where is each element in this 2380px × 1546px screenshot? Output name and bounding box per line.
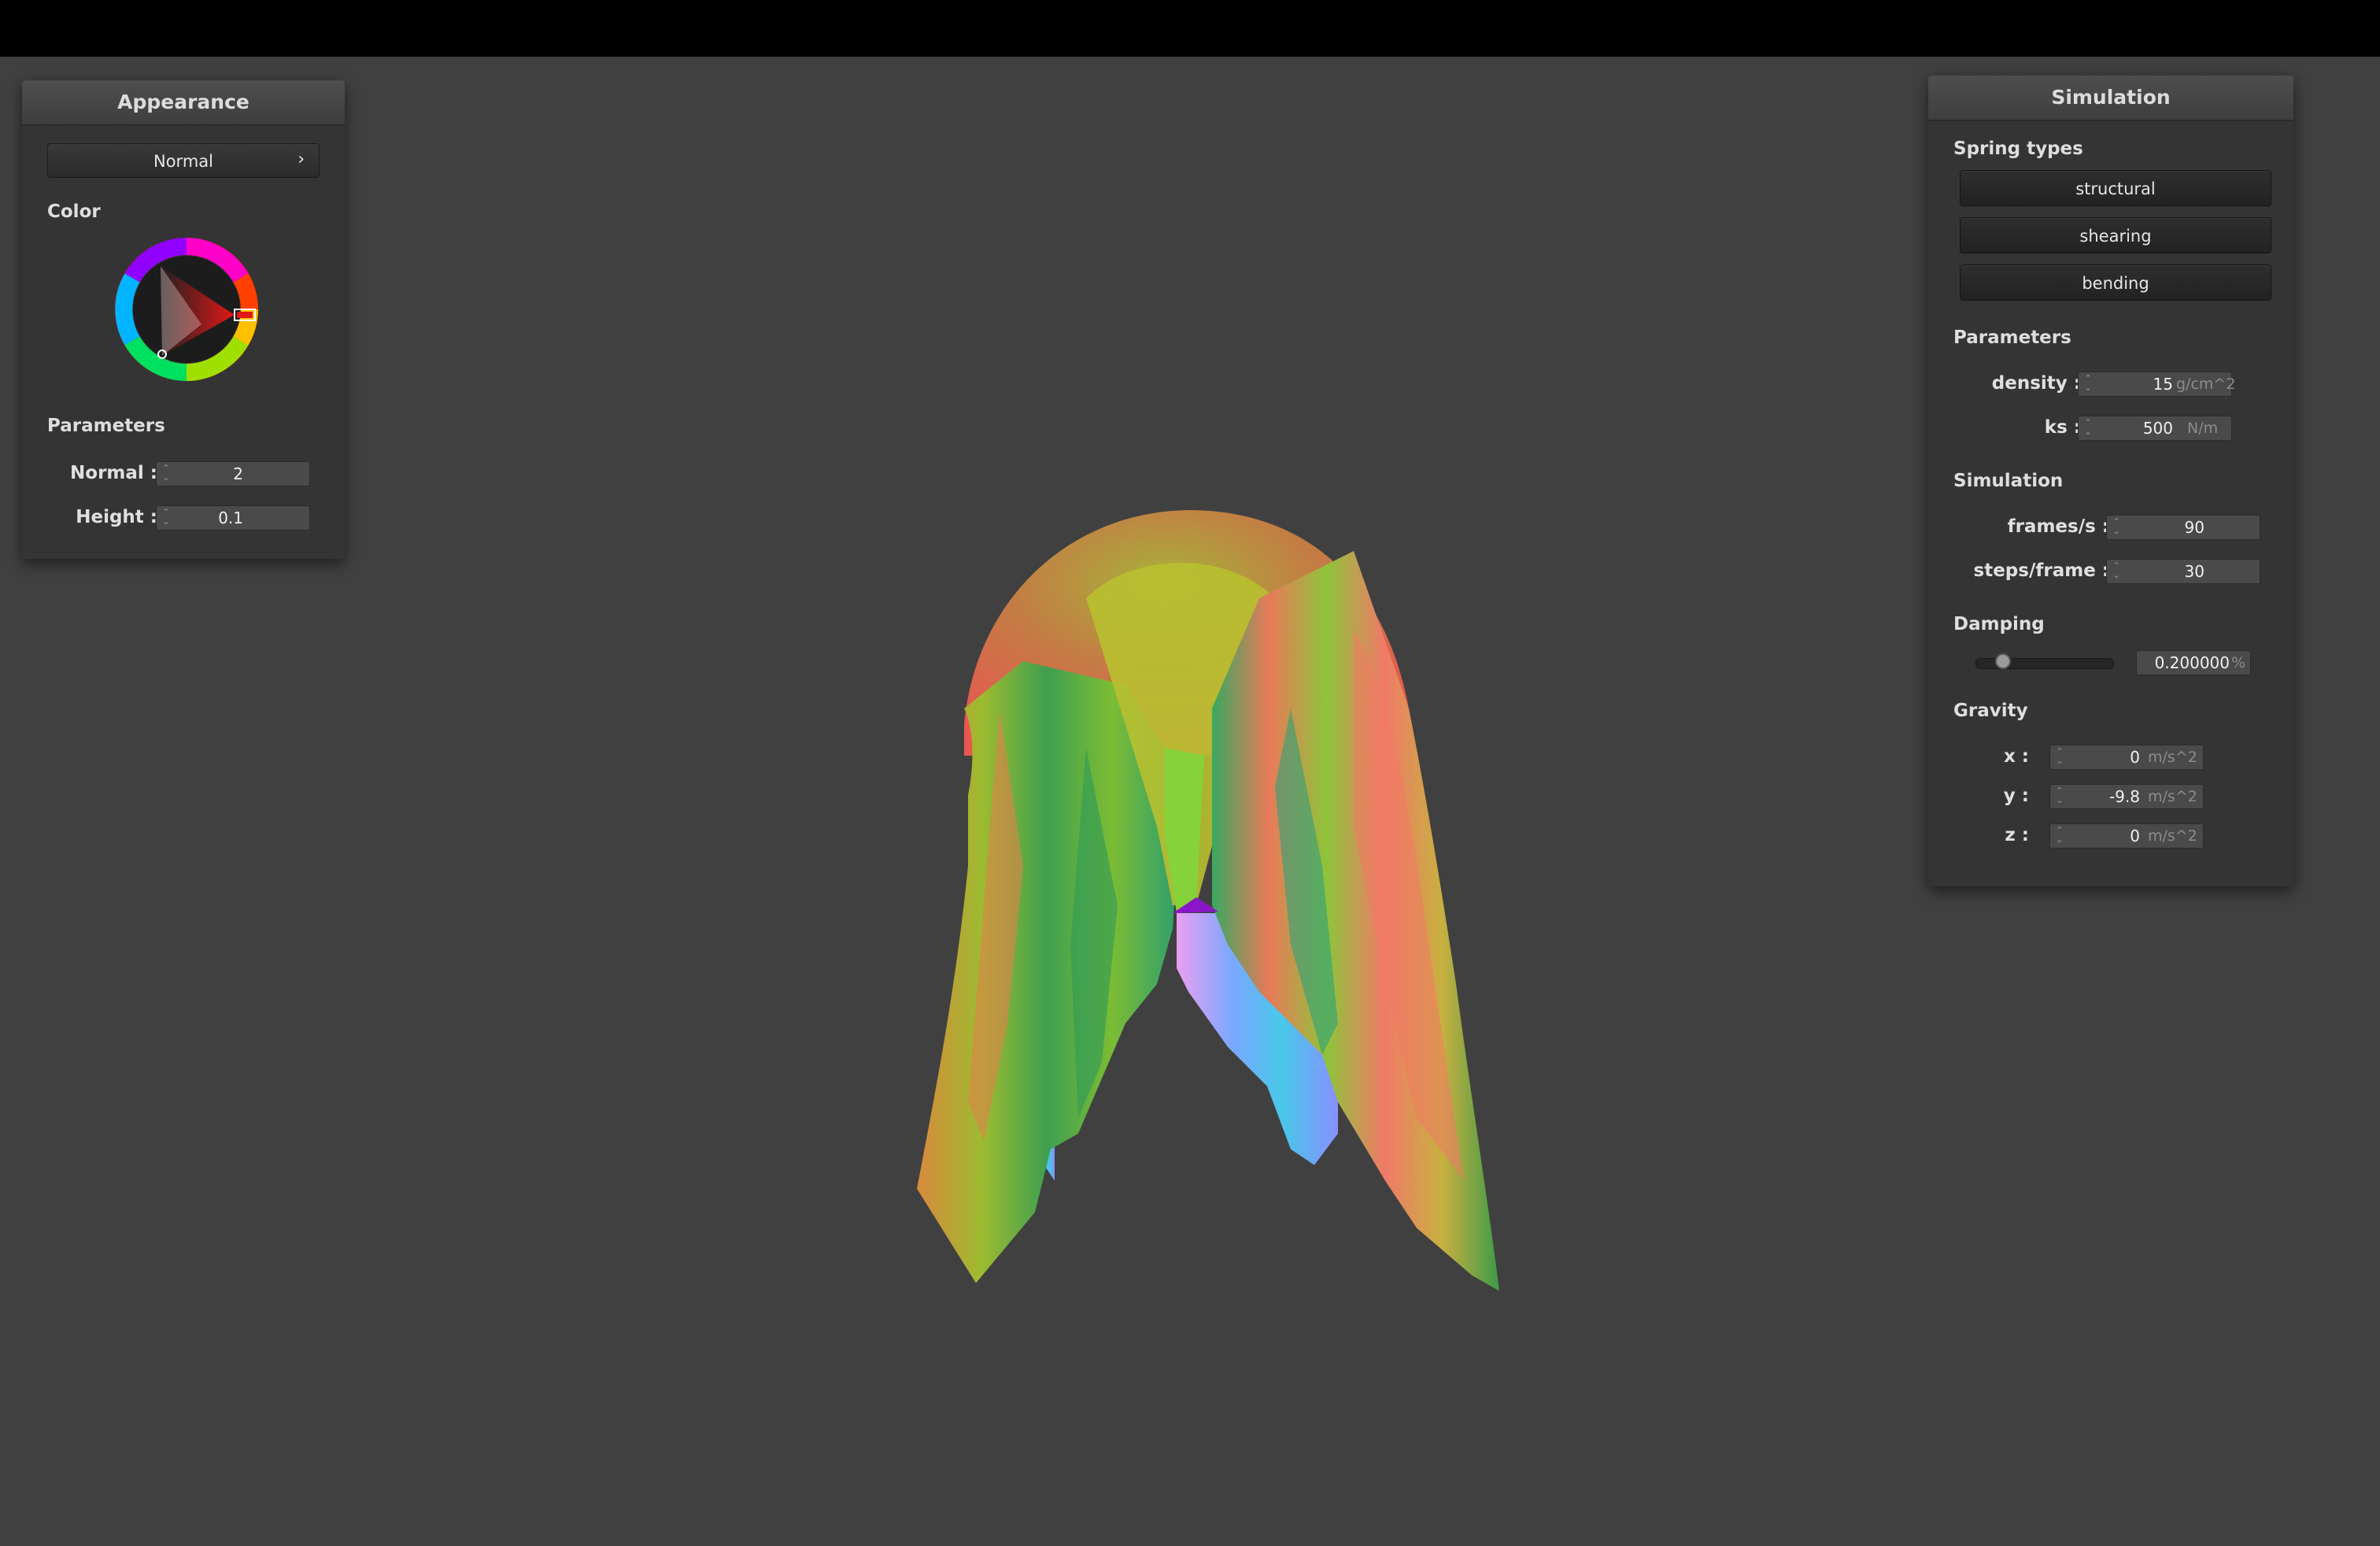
gravity-z-label: z : [2005, 825, 2029, 845]
spring-types-label: Spring types [1953, 139, 2083, 159]
height-input[interactable]: ⌃ ⌄ 0.1 [156, 505, 310, 531]
ks-label: ks : [2044, 417, 2081, 438]
chevron-right-icon: › [298, 150, 305, 169]
fps-input[interactable]: ⌃ ⌄ 90 [2106, 515, 2260, 540]
spinner-icon[interactable]: ⌃ ⌄ [2055, 786, 2064, 807]
spinner-icon[interactable]: ⌃ ⌄ [161, 464, 171, 484]
normal-input[interactable]: ⌃ ⌄ 2 [156, 461, 310, 486]
appearance-parameters-label: Parameters [47, 416, 165, 436]
gravity-x-label: x : [2003, 746, 2029, 767]
fps-label: frames/s : [2007, 516, 2109, 537]
spinner-icon[interactable]: ⌃ ⌄ [2112, 561, 2121, 582]
ks-input[interactable]: ⌃ ⌄ 500 N/m [2078, 416, 2232, 441]
shader-select-label: Normal [153, 152, 213, 171]
window-top-bar [0, 0, 2380, 57]
color-section-label: Color [47, 202, 101, 222]
steps-label: steps/frame : [1973, 560, 2109, 581]
appearance-panel: Appearance Normal › Color Parameters Nor… [22, 80, 345, 559]
simulation-panel: Simulation Spring types structural shear… [1928, 76, 2293, 886]
sim-parameters-label: Parameters [1953, 327, 2071, 348]
shader-select-button[interactable]: Normal › [47, 143, 320, 178]
spinner-icon[interactable]: ⌃ ⌄ [2055, 747, 2064, 767]
normal-label: Normal : [70, 463, 157, 483]
gravity-y-label: y : [2003, 786, 2029, 806]
spinner-icon[interactable]: ⌃ ⌄ [2055, 826, 2064, 846]
color-wheel[interactable] [115, 238, 258, 381]
spinner-icon[interactable]: ⌃ ⌄ [161, 508, 171, 528]
spring-bending-toggle[interactable]: bending [1960, 264, 2271, 301]
gravity-y-input[interactable]: ⌃ ⌄ -9.8 m/s^2 [2049, 784, 2204, 809]
spinner-icon[interactable]: ⌃ ⌄ [2083, 418, 2093, 438]
simulation-title: Simulation [1928, 76, 2293, 121]
spinner-icon[interactable]: ⌃ ⌄ [2083, 374, 2093, 394]
steps-input[interactable]: ⌃ ⌄ 30 [2106, 559, 2260, 584]
spring-structural-toggle[interactable]: structural [1960, 170, 2271, 206]
damping-slider-handle[interactable] [1994, 653, 2011, 669]
height-label: Height : [76, 507, 157, 527]
damping-label: Damping [1953, 614, 2045, 634]
gravity-z-input[interactable]: ⌃ ⌄ 0 m/s^2 [2049, 823, 2204, 849]
density-input[interactable]: ⌃ ⌄ 15 g/cm^2 [2078, 372, 2235, 397]
spring-shearing-toggle[interactable]: shearing [1960, 217, 2271, 253]
appearance-title: Appearance [22, 80, 345, 126]
density-label: density : [1991, 373, 2081, 394]
simulation-section-label: Simulation [1953, 471, 2064, 491]
spinner-icon[interactable]: ⌃ ⌄ [2112, 517, 2121, 538]
gravity-label: Gravity [1953, 701, 2028, 721]
damping-input[interactable]: 0.200000 % [2136, 650, 2251, 675]
gravity-x-input[interactable]: ⌃ ⌄ 0 m/s^2 [2049, 745, 2204, 770]
